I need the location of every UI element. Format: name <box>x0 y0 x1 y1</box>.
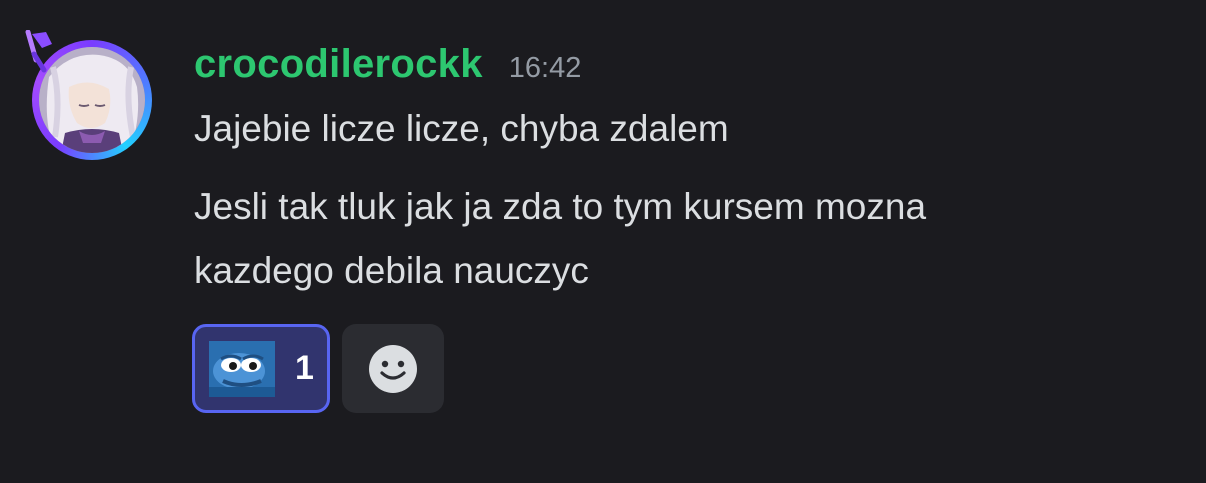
chat-message: crocodilerockk 16:42 Jajebie licze licze… <box>0 0 1206 483</box>
message-text-2: Jesli tak tluk jak ja zda to tym kursem … <box>194 186 927 227</box>
reaction-bar: 1 <box>192 324 444 413</box>
add-reaction-button[interactable] <box>342 324 444 413</box>
smiley-face-icon <box>369 344 417 393</box>
reaction-count: 1 <box>295 349 314 387</box>
timestamp[interactable]: 16:42 <box>509 52 582 85</box>
pepe-frog-emoji-icon <box>209 340 275 397</box>
avatar[interactable] <box>22 30 162 170</box>
message-header: crocodilerockk 16:42 <box>194 42 581 90</box>
message-text-1: Jajebie licze licze, chyba zdalem <box>194 108 729 149</box>
username[interactable]: crocodilerockk <box>194 42 483 87</box>
message-text-3: kazdego debila nauczyc <box>194 250 589 291</box>
reaction-pepe[interactable]: 1 <box>192 324 330 413</box>
decoration-flag-icon <box>25 30 52 73</box>
